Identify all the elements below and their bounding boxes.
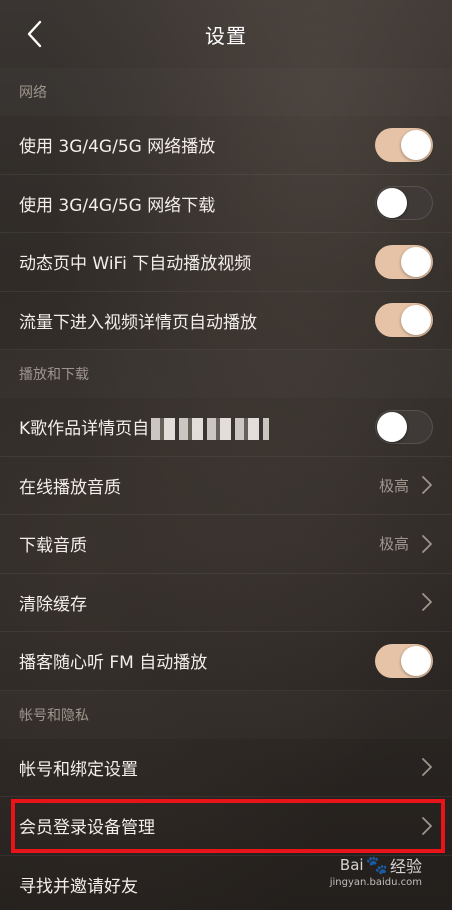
setting-row-download-quality[interactable]: 下载音质 极高 bbox=[0, 515, 452, 574]
top-bar: 设置 bbox=[0, 0, 452, 68]
toggle-knob bbox=[401, 246, 431, 277]
setting-row-data-autoplay-detail[interactable]: 流量下进入视频详情页自动播放 bbox=[0, 292, 452, 350]
toggle-network-download[interactable] bbox=[375, 186, 433, 221]
setting-row-wifi-autoplay-video[interactable]: 动态页中 WiFi 下自动播放视频 bbox=[0, 233, 452, 292]
chevron-right-icon bbox=[422, 476, 432, 495]
setting-label: 动态页中 WiFi 下自动播放视频 bbox=[19, 254, 252, 275]
toggle-network-play[interactable] bbox=[375, 127, 433, 162]
toggle-knob bbox=[377, 411, 407, 442]
setting-label: 流量下进入视频详情页自动播放 bbox=[19, 312, 257, 333]
baidu-wordmark: Bai bbox=[339, 856, 364, 874]
chevron-left-icon bbox=[27, 20, 42, 48]
toggle-knob bbox=[377, 188, 407, 219]
setting-row-ksong-detail[interactable]: K歌作品详情页自 bbox=[0, 398, 452, 457]
setting-label: 在线播放音质 bbox=[19, 477, 121, 498]
toggle-knob bbox=[401, 645, 431, 676]
setting-label-text: K歌作品详情页自 bbox=[19, 418, 150, 439]
setting-label: 清除缓存 bbox=[19, 594, 87, 615]
setting-label: 下载音质 bbox=[19, 536, 87, 557]
redacted-text bbox=[151, 417, 270, 440]
toggle-wifi-autoplay-video[interactable] bbox=[375, 244, 433, 279]
setting-row-network-download[interactable]: 使用 3G/4G/5G 网络下载 bbox=[0, 175, 452, 233]
section-header-playback: 播放和下载 bbox=[19, 367, 89, 383]
chevron-right-icon bbox=[422, 593, 432, 612]
toggle-knob bbox=[401, 305, 431, 336]
back-button[interactable] bbox=[16, 14, 52, 54]
toggle-data-autoplay-detail[interactable] bbox=[375, 303, 433, 338]
watermark-url: jingyan.baidu.com bbox=[329, 877, 422, 888]
toggle-ksong-detail[interactable] bbox=[375, 409, 433, 444]
watermark-logo: Bai 🐾 经验 bbox=[340, 853, 422, 877]
setting-row-member-device-management[interactable]: 会员登录设备管理 bbox=[0, 797, 452, 856]
setting-label: 会员登录设备管理 bbox=[19, 818, 155, 839]
setting-label: 使用 3G/4G/5G 网络播放 bbox=[19, 137, 216, 158]
chevron-right-icon bbox=[422, 816, 432, 835]
setting-label: 帐号和绑定设置 bbox=[19, 759, 138, 780]
setting-label: 播客随心听 FM 自动播放 bbox=[19, 653, 208, 674]
setting-value: 极高 bbox=[378, 535, 409, 554]
setting-label: K歌作品详情页自 bbox=[19, 414, 375, 440]
section-header-account: 帐号和隐私 bbox=[19, 707, 89, 724]
toggle-podcast-fm-autoplay[interactable] bbox=[375, 643, 433, 678]
setting-label: 使用 3G/4G/5G 网络下载 bbox=[19, 195, 216, 216]
setting-row-podcast-fm-autoplay[interactable]: 播客随心听 FM 自动播放 bbox=[0, 632, 452, 691]
chevron-right-icon bbox=[422, 758, 432, 777]
setting-row-online-quality[interactable]: 在线播放音质 极高 bbox=[0, 457, 452, 515]
watermark: Bai 🐾 经验 jingyan.baidu.com bbox=[329, 853, 422, 889]
page-title: 设置 bbox=[205, 23, 247, 48]
paw-icon: 🐾 bbox=[365, 854, 388, 876]
toggle-knob bbox=[401, 129, 431, 160]
setting-row-network-play[interactable]: 使用 3G/4G/5G 网络播放 bbox=[0, 116, 452, 175]
watermark-brand: 经验 bbox=[389, 857, 422, 876]
setting-value: 极高 bbox=[378, 476, 409, 495]
setting-row-account-binding[interactable]: 帐号和绑定设置 bbox=[0, 739, 452, 797]
settings-screen: 设置 网络 使用 3G/4G/5G 网络播放 使用 3G/4G/5G 网络下载 … bbox=[0, 0, 452, 910]
setting-row-clear-cache[interactable]: 清除缓存 bbox=[0, 574, 452, 632]
chevron-right-icon bbox=[422, 534, 432, 553]
section-header-network: 网络 bbox=[19, 85, 47, 101]
